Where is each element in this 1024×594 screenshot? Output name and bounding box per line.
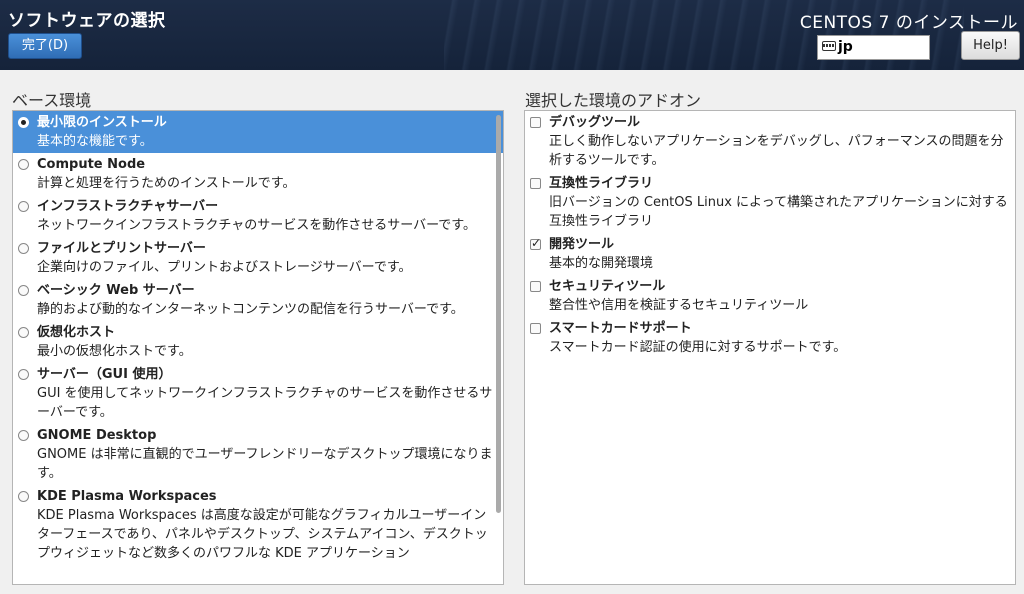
radio-button[interactable] xyxy=(18,327,29,338)
help-button[interactable]: Help! xyxy=(961,31,1020,60)
environment-name: KDE Plasma Workspaces xyxy=(37,489,217,504)
environment-name: 仮想化ホスト xyxy=(37,325,116,340)
addon-name: デバッグツール xyxy=(549,115,641,130)
base-environment-list: 最小限のインストール 基本的な機能です。 Compute Node 計算と処理を行うた… xyxy=(12,110,504,585)
addon-option[interactable]: デバッグツール正しく動作しないアプリケーションをデバッグし、パフォーマンスの問題… xyxy=(525,111,1015,172)
environment-name: ファイルとプリントサーバー xyxy=(37,241,206,256)
radio-button[interactable] xyxy=(18,285,29,296)
addons-label: 選択した環境のアドオン xyxy=(525,91,702,110)
page-title: ソフトウェアの選択 xyxy=(8,11,166,31)
environment-option[interactable]: インフラストラクチャサーバーネットワークインフラストラクチャのサービスを動作させ… xyxy=(13,195,503,237)
radio-button[interactable] xyxy=(18,430,29,441)
done-button[interactable]: 完了(D) xyxy=(8,33,82,59)
environment-name: Compute Node xyxy=(37,157,146,172)
addon-name: スマートカードサポート xyxy=(549,321,692,336)
addon-name: セキュリティツール xyxy=(549,279,666,294)
environment-option[interactable]: 仮想化ホスト最小の仮想化ホストです。 xyxy=(13,321,503,363)
radio-button[interactable] xyxy=(18,491,29,502)
scrollbar[interactable] xyxy=(496,115,501,513)
addon-name: 開発ツール xyxy=(549,237,615,252)
base-environment-label: ベース環境 xyxy=(12,91,92,110)
environment-option[interactable]: Compute Node 計算と処理を行うためのインストールです。 xyxy=(13,153,503,195)
checkbox[interactable] xyxy=(530,323,541,334)
environment-option[interactable]: 最小限のインストール 基本的な機能です。 xyxy=(13,111,503,153)
addon-name: 互換性ライブラリ xyxy=(549,176,654,191)
addon-option[interactable]: 開発ツール基本的な開発環境 xyxy=(525,233,1015,275)
addon-option[interactable]: セキュリティツール整合性や信用を検証するセキュリティツール xyxy=(525,275,1015,317)
environment-name: インフラストラクチャサーバー xyxy=(37,199,219,214)
header-bar: ソフトウェアの選択 完了(D) CENTOS 7 のインストール jp Help… xyxy=(0,0,1024,70)
checkbox[interactable] xyxy=(530,117,541,128)
environment-description: KDE Plasma Workspaces は高度な設定が可能なグラフィカルユー… xyxy=(37,508,488,561)
install-title: CENTOS 7 のインストール xyxy=(799,13,1018,33)
addon-option[interactable]: 互換性ライブラリ旧バージョンの CentOS Linux によって構築されたアプ… xyxy=(525,172,1015,233)
environment-name: 最小限のインストール xyxy=(37,115,167,130)
radio-button[interactable] xyxy=(18,117,29,128)
environment-description: 基本的な機能です。 xyxy=(37,134,153,149)
environment-option[interactable]: サーバー（GUI 使用） GUI を使用してネットワークインフラストラクチャのサー… xyxy=(13,363,503,424)
environment-option[interactable]: GNOME Desktop GNOME は非常に直観的でユーザーフレンドリーなデス… xyxy=(13,424,503,485)
checkbox[interactable] xyxy=(530,281,541,292)
environment-option[interactable]: ファイルとプリントサーバー企業向けのファイル、プリントおよびストレージサーバーで… xyxy=(13,237,503,279)
addon-description: 基本的な開発環境 xyxy=(549,256,654,271)
environment-name: GNOME Desktop xyxy=(37,428,157,443)
environment-description: GNOME は非常に直観的でユーザーフレンドリーなデスクトップ環境になります。 xyxy=(37,447,493,481)
addon-description: 整合性や信用を検証するセキュリティツール xyxy=(549,298,809,313)
environment-description: 企業向けのファイル、プリントおよびストレージサーバーです。 xyxy=(37,260,412,275)
environment-description: GUI を使用してネットワークインフラストラクチャのサービスを動作させるサーバー… xyxy=(37,386,493,420)
environment-name: ベーシック Web サーバー xyxy=(37,283,195,298)
environment-description: 計算と処理を行うためのインストールです。 xyxy=(37,176,296,191)
radio-button[interactable] xyxy=(18,201,29,212)
environment-name: サーバー（GUI 使用） xyxy=(37,367,172,382)
checkbox[interactable] xyxy=(530,178,541,189)
environment-description: 最小の仮想化ホストです。 xyxy=(37,344,192,359)
addon-description: スマートカード認証の使用に対するサポートです。 xyxy=(549,340,847,355)
keyboard-layout-value: jp xyxy=(838,39,853,55)
keyboard-layout-indicator[interactable]: jp xyxy=(817,35,930,60)
radio-button[interactable] xyxy=(18,159,29,170)
environment-description: 静的および動的なインターネットコンテンツの配信を行うサーバーです。 xyxy=(37,302,464,317)
environment-option[interactable]: ベーシック Web サーバー静的および動的なインターネットコンテンツの配信を行う… xyxy=(13,279,503,321)
environment-option[interactable]: KDE Plasma Workspaces KDE Plasma Workspac… xyxy=(13,485,503,565)
addons-list: デバッグツール正しく動作しないアプリケーションをデバッグし、パフォーマンスの問題… xyxy=(524,110,1016,585)
addon-description: 旧バージョンの CentOS Linux によって構築されたアプリケーションに対… xyxy=(549,195,1008,229)
addon-option[interactable]: スマートカードサポートスマートカード認証の使用に対するサポートです。 xyxy=(525,317,1015,359)
addon-description: 正しく動作しないアプリケーションをデバッグし、パフォーマンスの問題を分析するツー… xyxy=(549,134,1004,168)
radio-button[interactable] xyxy=(18,243,29,254)
environment-description: ネットワークインフラストラクチャのサービスを動作させるサーバーです。 xyxy=(37,218,477,233)
radio-button[interactable] xyxy=(18,369,29,380)
keyboard-icon xyxy=(822,41,836,51)
checkbox[interactable] xyxy=(530,236,541,250)
